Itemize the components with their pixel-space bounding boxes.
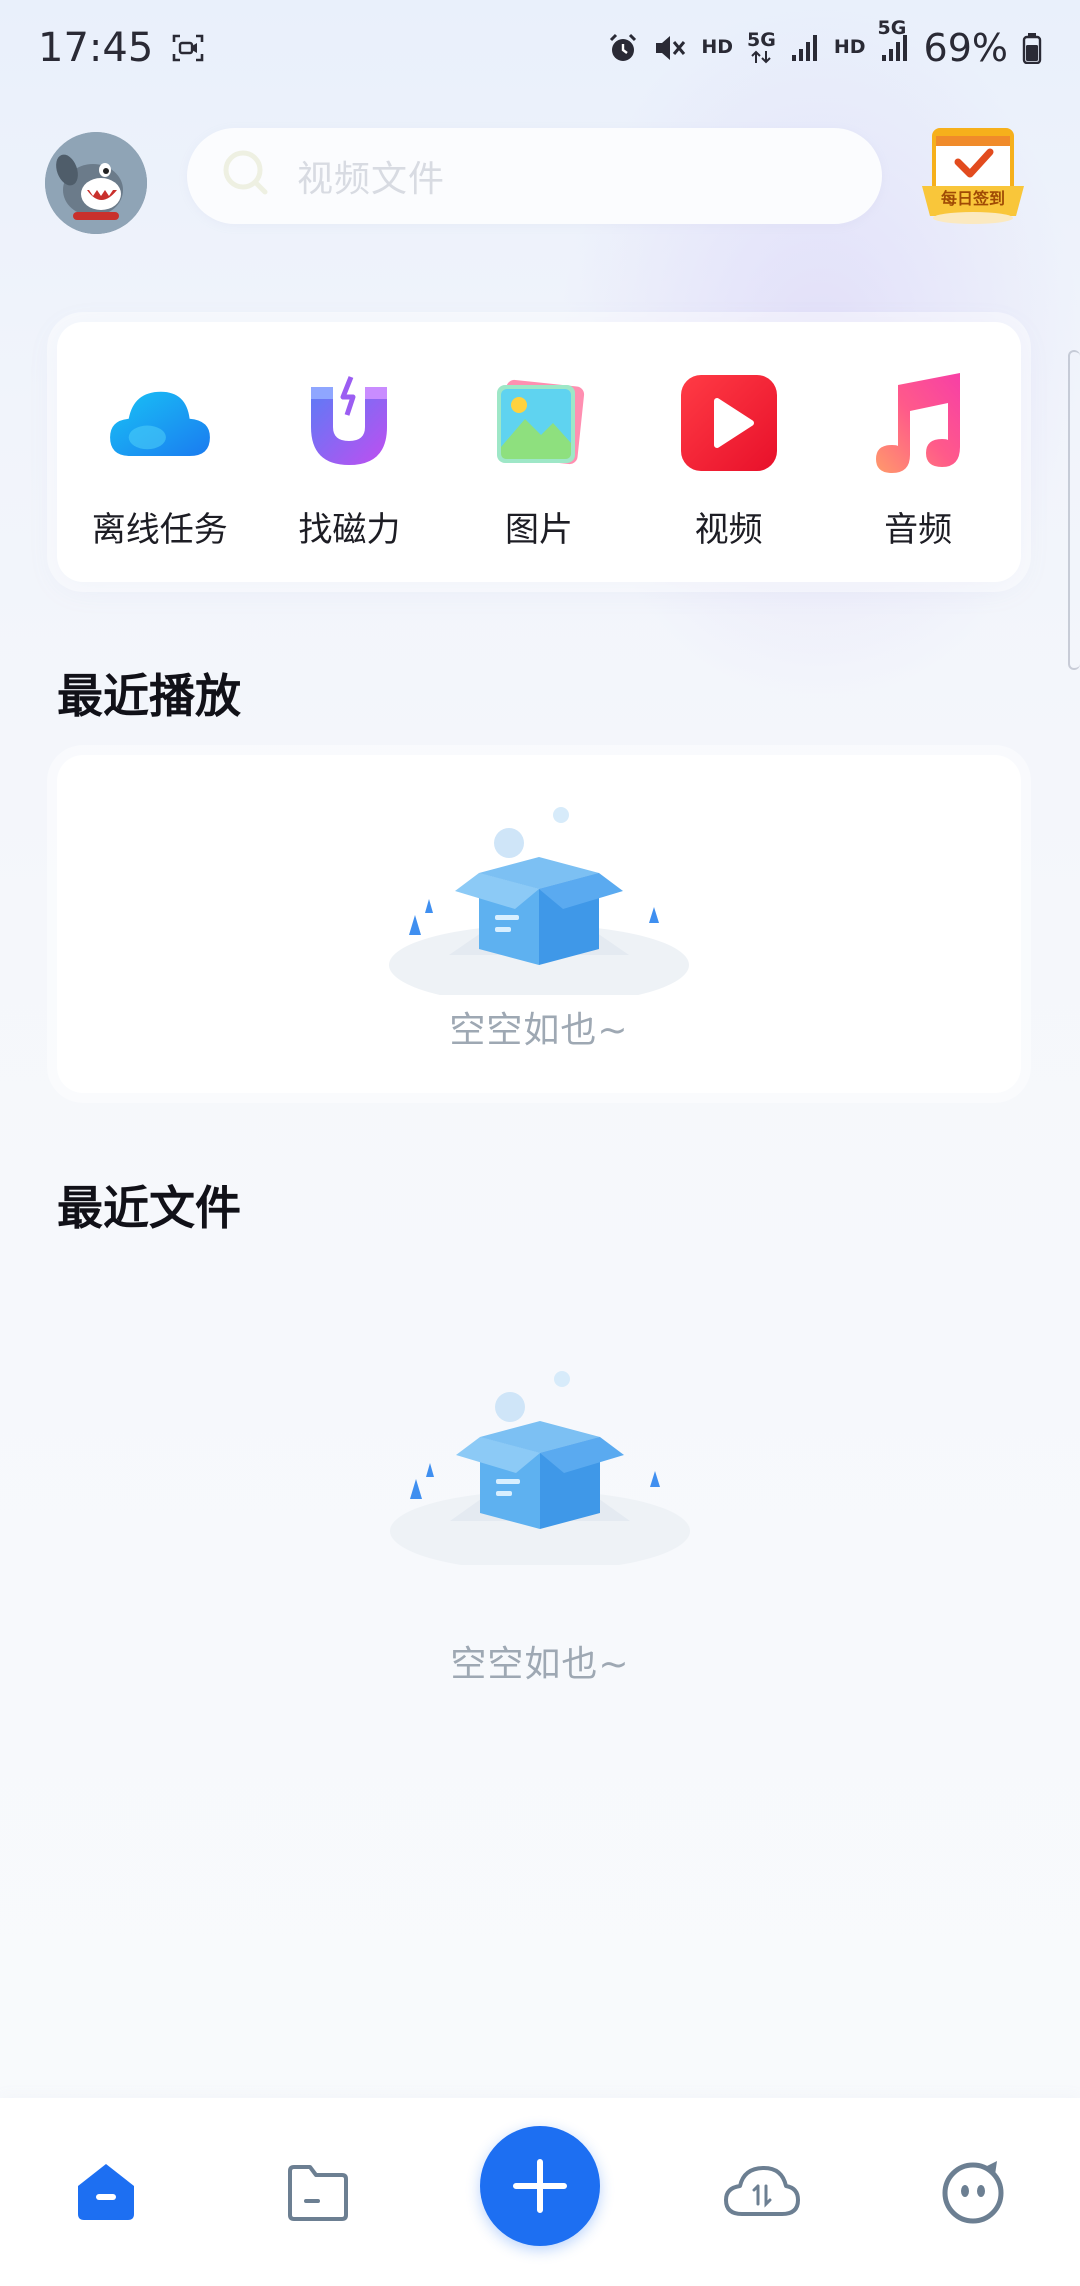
battery-percent: 69%: [923, 25, 1008, 70]
recent-play-title: 最近播放: [57, 669, 241, 723]
recent-play-card: 空空如也~: [57, 755, 1021, 1093]
search-icon: [219, 146, 275, 206]
empty-text: 空空如也~: [449, 1010, 629, 1051]
mute-icon: [653, 32, 687, 64]
network-label-2: 5G: [877, 16, 907, 39]
daily-checkin-button[interactable]: 每日签到: [918, 118, 1028, 228]
quick-label: 找磁力: [298, 510, 401, 550]
nav-profile[interactable]: [924, 2142, 1024, 2242]
nav-files[interactable]: [268, 2142, 368, 2242]
search-placeholder: 视频文件: [297, 159, 446, 200]
quick-label: 图片: [504, 510, 573, 550]
avatar[interactable]: [45, 132, 147, 234]
face-icon: [942, 2161, 1004, 2224]
hd-label-1: HD: [701, 36, 734, 58]
network-5g-indicator: 5G: [747, 31, 776, 64]
status-bar: 17:45 HD 5G HD 5G 69%: [0, 0, 1080, 95]
battery-icon: [1022, 32, 1042, 64]
magnet-icon: [294, 368, 404, 478]
recent-play-empty-state: 空空如也~: [359, 805, 719, 1053]
empty-box-illustration: [389, 807, 689, 995]
alarm-icon: [607, 32, 639, 64]
checkin-label: 每日签到: [940, 189, 1005, 208]
nav-home[interactable]: [56, 2142, 156, 2242]
music-note-icon: [863, 368, 973, 478]
quick-item-audio[interactable]: 音频: [828, 368, 1008, 551]
cloud-icon: [105, 368, 215, 478]
recent-files-empty-state: 空空如也~: [360, 1365, 720, 1687]
quick-label: 音频: [884, 510, 953, 550]
quick-label: 离线任务: [91, 510, 228, 550]
hd-label-2: HD: [833, 36, 866, 58]
signal-icon: [790, 33, 820, 63]
quick-item-offline-tasks[interactable]: 离线任务: [70, 368, 250, 551]
network-label-1: 5G: [747, 29, 776, 51]
empty-text: 空空如也~: [450, 1644, 630, 1685]
status-right: HD 5G HD 5G 69%: [607, 18, 1042, 70]
nav-transfer[interactable]: [712, 2142, 812, 2242]
empty-box-illustration: [390, 1371, 690, 1565]
quick-label: 视频: [694, 510, 763, 550]
quick-access-card: 离线任务 找磁力 图片 视频 音频: [57, 322, 1021, 582]
cloud-transfer-icon: [724, 2166, 800, 2216]
status-left: 17:45: [38, 25, 205, 71]
video-play-icon: [674, 368, 784, 478]
home-icon: [78, 2164, 134, 2220]
bottom-navigation: [0, 2098, 1080, 2286]
network-5g-indicator-2: 5G: [878, 18, 910, 63]
folder-icon: [288, 2165, 348, 2221]
quick-item-find-magnet[interactable]: 找磁力: [259, 368, 439, 551]
screen-record-icon: [171, 33, 205, 63]
add-button[interactable]: [480, 2126, 600, 2246]
status-time: 17:45: [38, 24, 154, 71]
avatar-dog-image: [45, 132, 147, 234]
recent-files-title: 最近文件: [57, 1181, 241, 1235]
plus-icon: [513, 2159, 567, 2213]
image-icon: [484, 368, 594, 478]
quick-item-images[interactable]: 图片: [449, 368, 629, 551]
search-input[interactable]: 视频文件: [187, 128, 882, 224]
quick-item-videos[interactable]: 视频: [639, 368, 819, 551]
scroll-handle[interactable]: [1068, 350, 1080, 670]
